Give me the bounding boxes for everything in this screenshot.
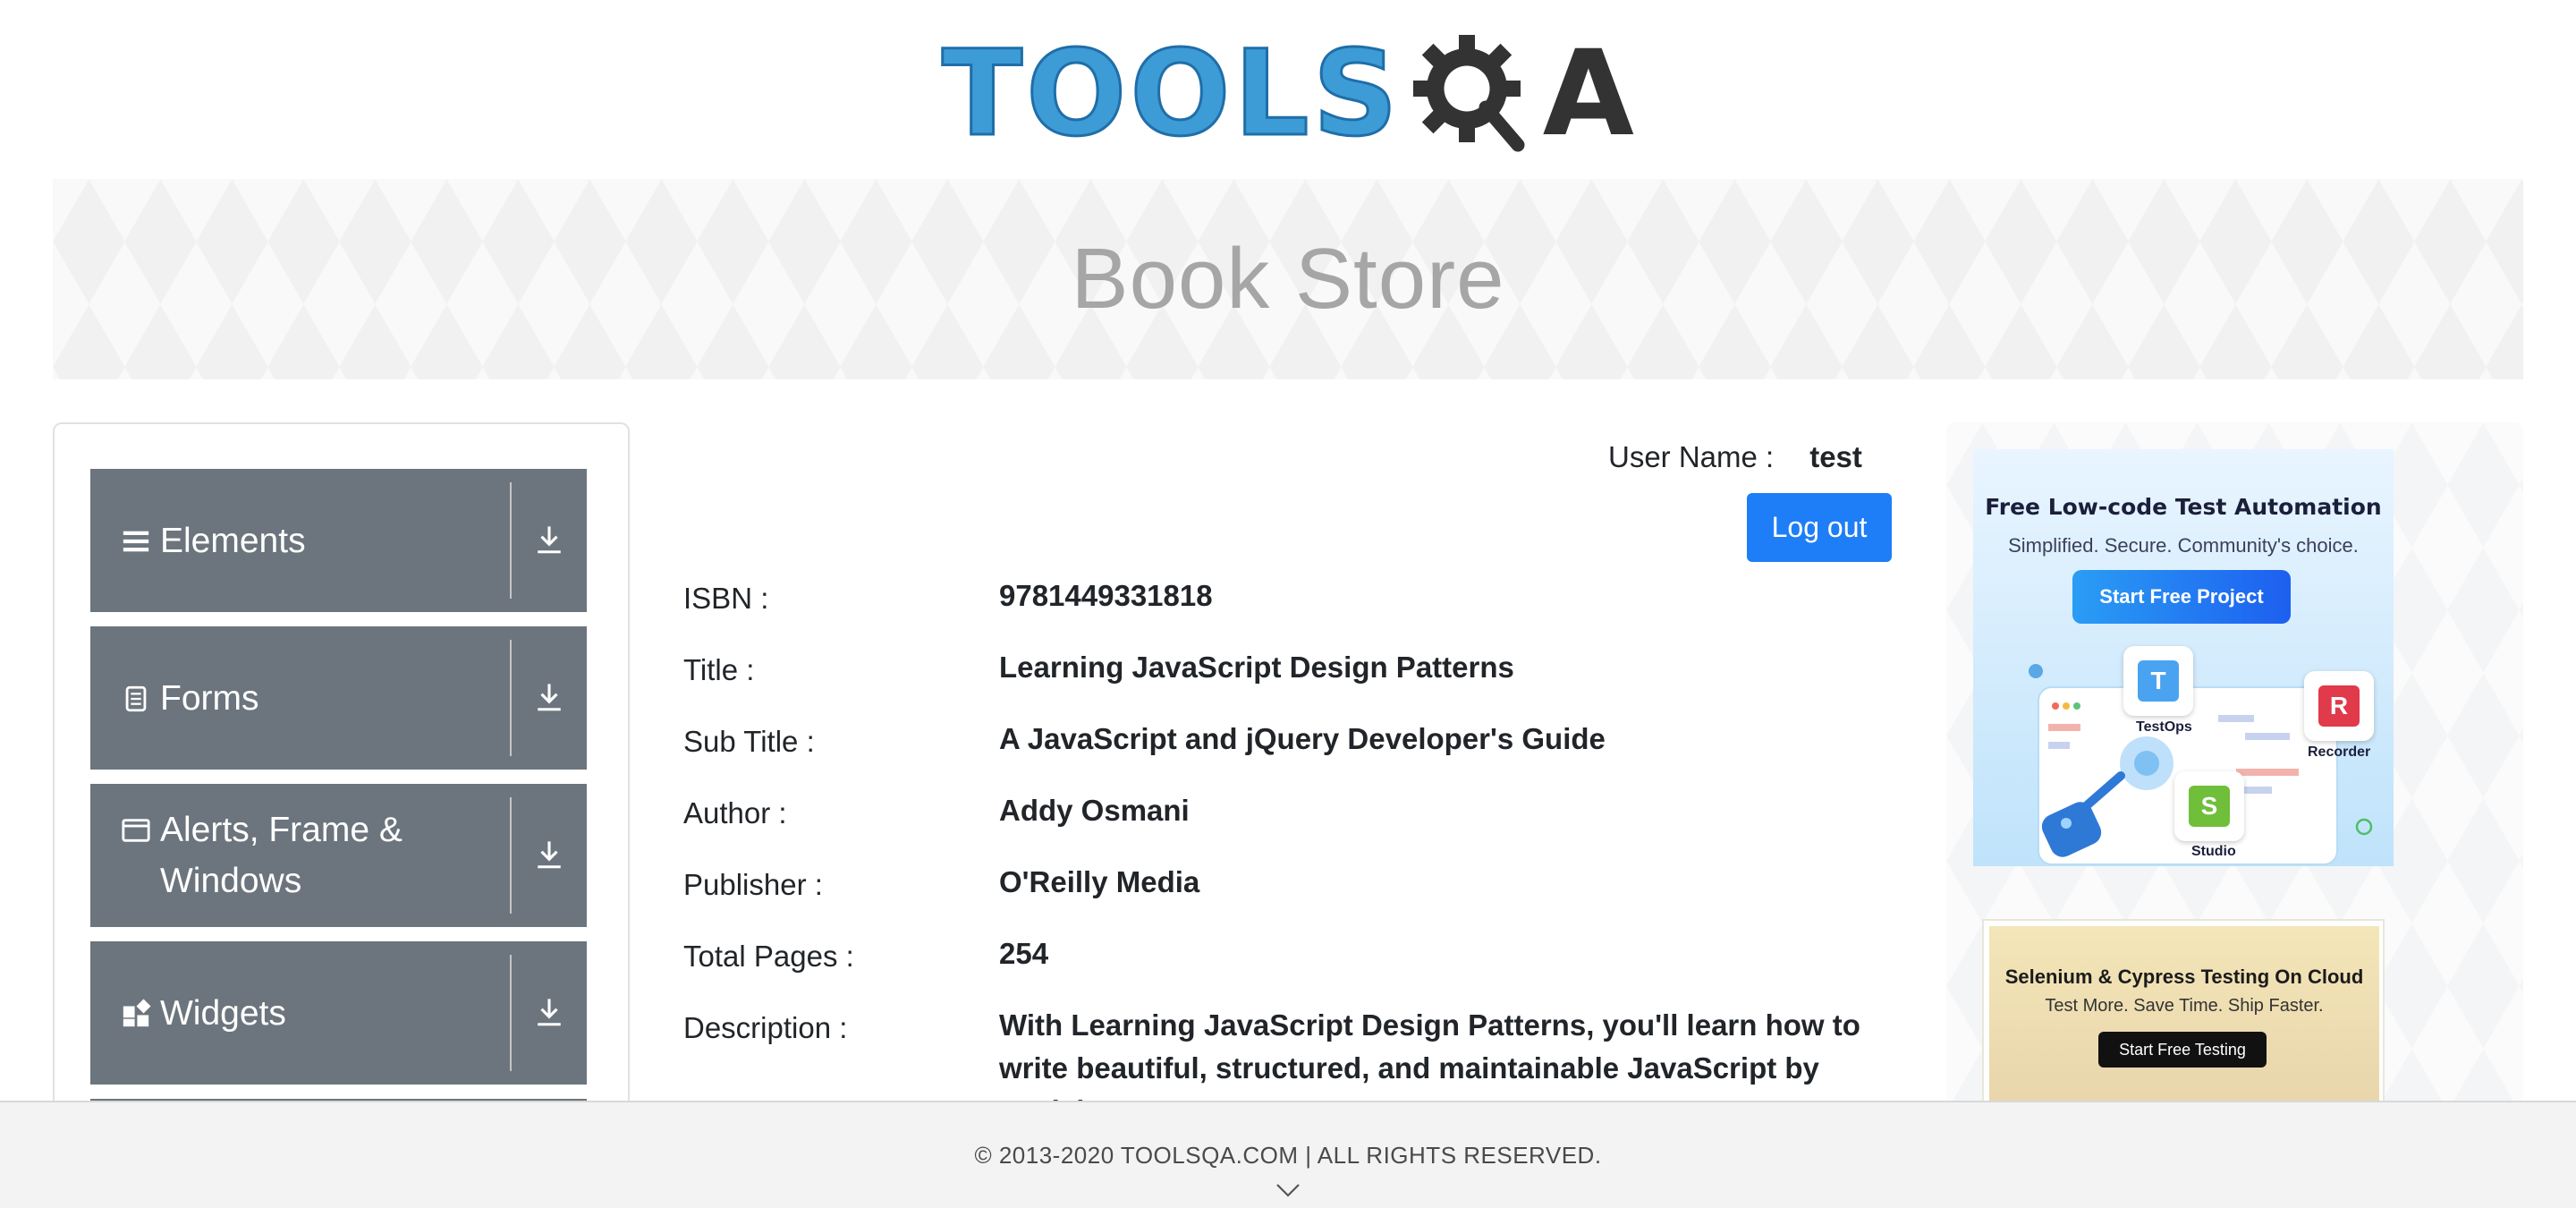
left-sidebar: Elements Forms Alerts, Frame & Windows W… <box>53 422 630 1138</box>
toolsqa-logo[interactable]: TOOLS A <box>941 22 1634 166</box>
title-value[interactable]: Learning JavaScript Design Patterns <box>999 646 1911 689</box>
description-label: Description : <box>683 1011 848 1044</box>
testops-label: TestOps <box>2136 719 2192 735</box>
download-arrow-icon[interactable] <box>512 838 587 872</box>
window-icon <box>122 819 150 842</box>
author-value: Addy Osmani <box>999 794 1190 827</box>
total-pages-label: Total Pages : <box>683 940 854 973</box>
isbn-value: 9781449331818 <box>999 579 1213 612</box>
logo-text-a: A <box>1542 25 1634 163</box>
start-free-project-button[interactable]: Start Free Project <box>2072 570 2291 624</box>
right-ad-column: Free Low-code Test Automation Simplified… <box>1946 422 2523 1138</box>
decor-dot-icon <box>2029 664 2043 678</box>
download-arrow-icon[interactable] <box>512 681 587 715</box>
start-free-testing-button[interactable]: Start Free Testing <box>2098 1032 2267 1068</box>
gear-magnifier-icon <box>1412 35 1525 152</box>
chevron-down-icon[interactable] <box>1275 1181 1301 1199</box>
user-name-label: User Name : <box>1608 440 1775 473</box>
page-footer: © 2013-2020 TOOLSQA.COM | ALL RIGHTS RES… <box>0 1101 2576 1208</box>
sidebar-group-label: Widgets <box>160 993 286 1033</box>
sidebar-group-label: Forms <box>160 678 259 718</box>
robot-arm-icon <box>2041 771 2125 857</box>
testops-tile: T <box>2123 646 2193 716</box>
site-header: TOOLS A <box>0 18 2576 170</box>
studio-label: Studio <box>2191 844 2236 859</box>
widgets-icon <box>123 998 151 1026</box>
subtitle-value: A JavaScript and jQuery Developer's Guid… <box>999 722 1606 755</box>
user-name-value: test <box>1809 440 1862 473</box>
ad-low-code-automation[interactable]: Free Low-code Test Automation Simplified… <box>1973 449 2394 866</box>
sidebar-group-widgets[interactable]: Widgets <box>90 941 587 1085</box>
author-label: Author : <box>683 796 787 829</box>
sidebar-group-alerts-frame-windows[interactable]: Alerts, Frame & Windows <box>90 784 587 927</box>
sidebar-group-label: Elements <box>160 521 306 560</box>
ad-subheading: Simplified. Secure. Community's choice. <box>2008 534 2359 557</box>
user-name-row: User Name : test <box>1608 440 1862 474</box>
studio-tile: S <box>2174 771 2244 841</box>
recorder-tile: R <box>2304 671 2374 741</box>
ad-subheading: Test More. Save Time. Ship Faster. <box>2045 996 2324 1016</box>
download-arrow-icon[interactable] <box>512 523 587 557</box>
hamburger-icon <box>123 531 149 551</box>
ad-heading: Selenium & Cypress Testing On Cloud <box>2004 966 2364 988</box>
page-banner: Book Store <box>53 179 2523 379</box>
divider <box>510 955 512 1071</box>
title-label: Title : <box>683 653 755 686</box>
logout-button[interactable]: Log out <box>1747 493 1892 562</box>
decor-ring-icon <box>2355 818 2373 836</box>
copyright-text: © 2013-2020 TOOLSQA.COM | ALL RIGHTS RES… <box>974 1142 1602 1169</box>
divider <box>510 640 512 756</box>
divider <box>510 482 512 599</box>
sidebar-group-forms[interactable]: Forms <box>90 626 587 770</box>
document-icon <box>125 685 147 711</box>
subtitle-label: Sub Title : <box>683 725 815 758</box>
logo-text-tools: TOOLS <box>941 25 1402 163</box>
page-title: Book Store <box>1071 231 1505 327</box>
sidebar-group-label: Alerts, Frame & Windows <box>160 811 402 900</box>
recorder-label: Recorder <box>2308 744 2371 760</box>
download-arrow-icon[interactable] <box>512 996 587 1030</box>
divider <box>510 797 512 914</box>
isbn-label: ISBN : <box>683 582 769 615</box>
publisher-value: O'Reilly Media <box>999 865 1200 898</box>
sidebar-group-elements[interactable]: Elements <box>90 469 587 612</box>
ad-heading: Free Low-code Test Automation <box>1985 494 2382 520</box>
total-pages-value: 254 <box>999 937 1049 970</box>
publisher-label: Publisher : <box>683 868 823 901</box>
